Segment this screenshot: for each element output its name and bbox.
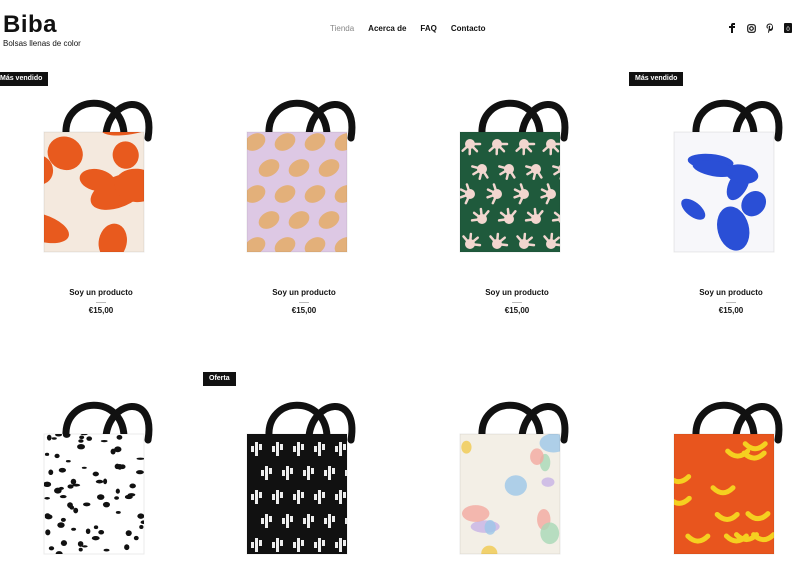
- cart-icon[interactable]: 0: [784, 23, 792, 33]
- main-nav: Tienda Acerca de FAQ Contacto: [330, 24, 486, 33]
- separator: [726, 302, 736, 303]
- product-price: €15,00: [624, 306, 800, 315]
- badge: Más vendido: [0, 72, 48, 86]
- product-price: €15,00: [197, 306, 411, 315]
- product-card[interactable]: [0, 372, 208, 502]
- product-price: €15,00: [0, 306, 208, 315]
- brand-name[interactable]: Biba: [3, 12, 81, 38]
- product-card[interactable]: [624, 372, 800, 502]
- product-name[interactable]: Soy un producto: [624, 288, 800, 297]
- separator: [96, 302, 106, 303]
- social-links: 0: [727, 23, 792, 33]
- separator: [512, 302, 522, 303]
- tote-bag-image[interactable]: [410, 70, 624, 270]
- tote-bag-image[interactable]: [197, 70, 411, 270]
- nav-item-faq[interactable]: FAQ: [420, 24, 436, 33]
- tote-bag-image[interactable]: [0, 70, 208, 270]
- tote-bag-image[interactable]: [410, 372, 624, 572]
- product-card[interactable]: Oferta: [197, 372, 411, 502]
- badge: Oferta: [203, 372, 236, 386]
- nav-item-contacto[interactable]: Contacto: [451, 24, 486, 33]
- site-header: Biba Bolsas llenas de color Tienda Acerc…: [0, 0, 800, 60]
- nav-item-tienda[interactable]: Tienda: [330, 24, 354, 33]
- cart-count: 0: [786, 27, 789, 33]
- tote-bag-image[interactable]: [624, 372, 800, 572]
- product-card[interactable]: Más vendido Soy un producto €15,00: [624, 70, 800, 330]
- tote-bag-image[interactable]: [624, 70, 800, 270]
- product-card[interactable]: Soy un producto €15,00: [410, 70, 624, 330]
- tote-bag-image[interactable]: [0, 372, 208, 572]
- product-card[interactable]: Soy un producto €15,00: [197, 70, 411, 330]
- pinterest-icon[interactable]: [765, 23, 775, 33]
- product-card[interactable]: Más vendido Soy un producto €15,00: [0, 70, 208, 330]
- product-price: €15,00: [410, 306, 624, 315]
- product-name[interactable]: Soy un producto: [0, 288, 208, 297]
- product-card[interactable]: [410, 372, 624, 502]
- brand-tagline: Bolsas llenas de color: [3, 39, 81, 48]
- product-name[interactable]: Soy un producto: [410, 288, 624, 297]
- tote-bag-image[interactable]: [197, 372, 411, 572]
- nav-item-acerca[interactable]: Acerca de: [368, 24, 406, 33]
- facebook-icon[interactable]: [727, 23, 737, 33]
- badge: Más vendido: [629, 72, 683, 86]
- instagram-icon[interactable]: [746, 23, 756, 33]
- brand[interactable]: Biba Bolsas llenas de color: [3, 12, 81, 48]
- product-name[interactable]: Soy un producto: [197, 288, 411, 297]
- separator: [299, 302, 309, 303]
